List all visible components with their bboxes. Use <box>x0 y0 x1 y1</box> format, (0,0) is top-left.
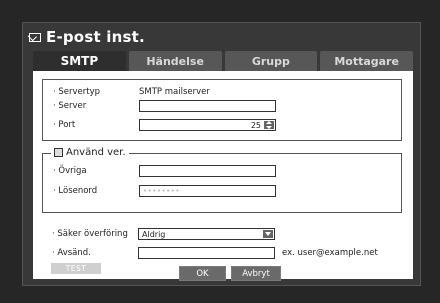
server-label: · Server <box>53 101 87 111</box>
server-group: · Servertyp SMTP mailserver · Server · P… <box>42 79 402 141</box>
password-label: · Lösenord <box>53 186 98 196</box>
dialog-title: E-post inst. <box>29 27 145 47</box>
password-mask: •••••••• <box>143 187 181 195</box>
sender-label: · Avsänd. <box>52 248 91 258</box>
password-input[interactable]: •••••••• <box>139 185 276 197</box>
auth-group: Använd ver. · Övriga · Lösenord •••••••• <box>42 147 402 213</box>
cancel-button[interactable]: Avbryt <box>231 266 281 281</box>
tab-handelse[interactable]: Händelse <box>128 51 222 71</box>
port-label: · Port <box>53 120 76 130</box>
email-settings-dialog: E-post inst. SMTP Händelse Grupp Mottaga… <box>22 22 421 286</box>
tab-smtp[interactable]: SMTP <box>33 51 126 71</box>
tab-bar: SMTP Händelse Grupp Mottagare <box>33 51 413 71</box>
auth-legend: Använd ver. <box>51 147 129 158</box>
dialog-title-text: E-post inst. <box>46 28 145 46</box>
port-value: 25 <box>250 120 261 130</box>
sender-hint: ex. user@example.net <box>282 248 378 258</box>
user-input[interactable] <box>139 165 276 177</box>
envelope-icon <box>29 32 41 42</box>
secure-transfer-label: · Säker överföring <box>52 229 128 239</box>
server-type-value: SMTP mailserver <box>139 87 210 97</box>
use-auth-checkbox[interactable] <box>54 148 63 157</box>
server-type-label: · Servertyp <box>53 87 101 97</box>
secure-transfer-select[interactable]: Aldrig <box>138 228 275 240</box>
smtp-panel: · Servertyp SMTP mailserver · Server · P… <box>33 71 413 279</box>
use-auth-label: Använd ver. <box>66 147 126 158</box>
tab-grupp[interactable]: Grupp <box>224 51 318 71</box>
secure-transfer-value: Aldrig <box>142 229 166 239</box>
spin-arrows-icon[interactable] <box>264 121 274 129</box>
sender-input[interactable] <box>138 247 275 259</box>
ok-button[interactable]: OK <box>179 266 226 281</box>
screen-background: E-post inst. SMTP Händelse Grupp Mottaga… <box>0 0 440 303</box>
test-button[interactable]: TEST <box>51 263 101 274</box>
chevron-down-icon[interactable] <box>263 230 273 238</box>
user-label: · Övriga <box>53 166 87 176</box>
tab-mottagare[interactable]: Mottagare <box>320 51 413 71</box>
server-input[interactable] <box>139 100 276 112</box>
port-stepper[interactable]: 25 <box>139 119 276 131</box>
